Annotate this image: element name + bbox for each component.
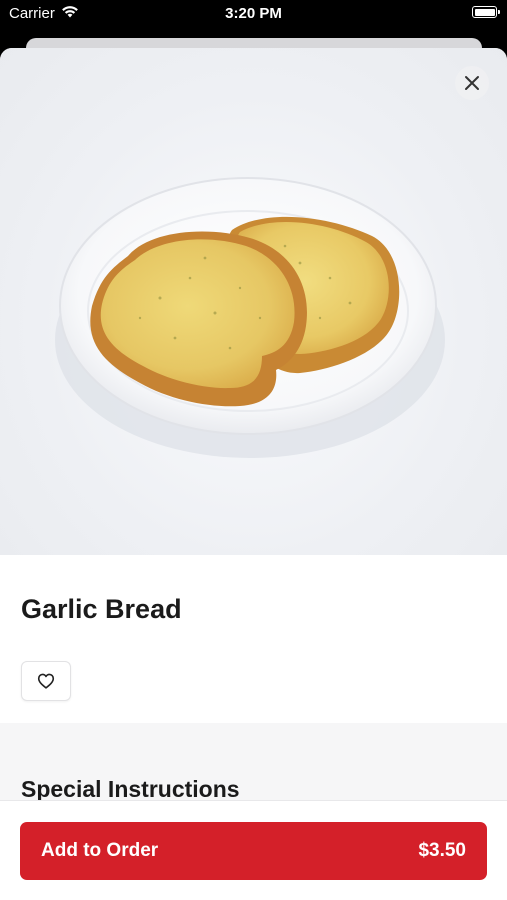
status-right [472,6,500,18]
battery-icon [472,6,500,18]
add-to-order-label: Add to Order [41,840,159,861]
order-footer: Add to Order $3.50 [0,800,507,900]
special-instructions-heading: Special Instructions [21,776,240,802]
status-bar: Carrier 3:20 PM [0,0,507,30]
item-info: Garlic Bread [0,555,507,723]
favorite-button[interactable] [21,661,71,701]
garlic-bread-illustration [55,177,445,458]
item-image [0,48,507,555]
screen: Carrier 3:20 PM Garlic Bread Special Ins… [0,0,507,900]
order-price: $3.50 [418,840,466,861]
item-detail-sheet: Garlic Bread Special Instructions Add to… [0,48,507,900]
status-time: 3:20 PM [225,5,282,22]
close-icon [465,76,479,90]
close-button[interactable] [455,66,489,100]
add-to-order-button[interactable]: Add to Order $3.50 [20,822,487,880]
heart-outline-icon [37,673,55,689]
item-title: Garlic Bread [21,594,182,624]
